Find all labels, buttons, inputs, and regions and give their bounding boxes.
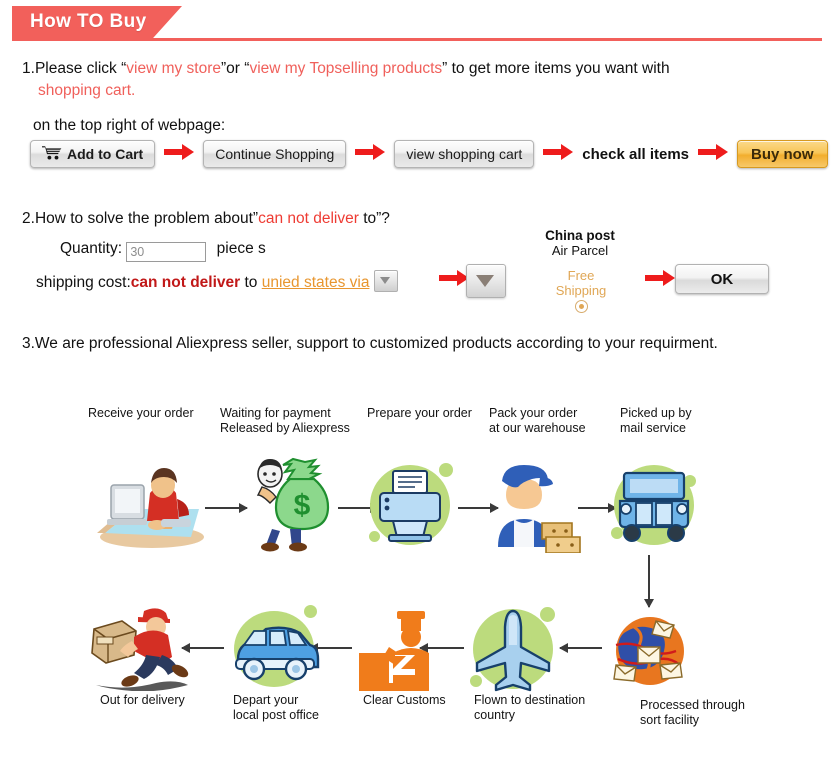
buy-now-button[interactable]: Buy now — [737, 140, 828, 168]
step-1-tail: ” to get more items you want with — [442, 60, 670, 77]
flow-arrow-left — [559, 643, 602, 652]
red-right-arrow-icon — [439, 270, 469, 291]
quantity-row: Quantity: 30 piece s — [60, 238, 266, 262]
page-title: How TO Buy — [30, 11, 147, 32]
step-2-number: 2. — [22, 210, 35, 227]
flow-arrow-down — [644, 555, 653, 608]
quantity-label: Quantity: — [60, 240, 123, 257]
shipping-cannot-deliver-label: can not deliver — [130, 274, 241, 291]
view-shopping-cart-button[interactable]: view shopping cart — [394, 140, 535, 168]
shipping-process-flow: Receive your order Waiting for payment R… — [0, 395, 834, 735]
step-1-shopping-cart-text: shopping cart. — [38, 82, 136, 99]
link-view-my-topselling-products[interactable]: view my Topselling products — [249, 60, 442, 77]
checkout-button-flow: Add to Cart Continue Shopping view shopp… — [30, 140, 828, 168]
mail-sorting-globe-icon — [604, 607, 696, 698]
step-2-question-a: How to solve the problem about” — [34, 210, 259, 227]
free-shipping-option[interactable]: Free Shipping — [540, 268, 622, 313]
customs-officer-icon — [355, 605, 435, 696]
flow-label-flown-to-destination-country: Flown to destination country — [474, 693, 586, 722]
add-to-cart-label: Add to Cart — [67, 146, 144, 162]
view-shopping-cart-label: view shopping cart — [406, 146, 523, 162]
red-right-arrow-icon — [543, 143, 574, 165]
quantity-unit-label: piece s — [216, 240, 266, 257]
link-view-my-store[interactable]: view my store — [126, 60, 221, 77]
step-1-block: 1.Please click “view my store”or “view m… — [22, 58, 812, 137]
red-right-arrow-icon — [164, 143, 195, 165]
flow-label-picked-up-by-mail-service: Picked up by mail service — [620, 406, 692, 435]
flow-label-receive-your-order: Receive your order — [88, 406, 194, 420]
warehouse-worker-packing-icon — [488, 455, 592, 558]
flow-label-waiting-for-payment: Waiting for payment Released by Aliexpre… — [220, 406, 350, 435]
flow-label-depart-local-post-office: Depart your local post office — [233, 693, 319, 722]
flow-label-processed-through-sort-facility: Processed through sort facility — [640, 698, 745, 727]
shipping-cost-row: shipping cost:can not deliver to unied s… — [36, 270, 398, 294]
step-1-lead: Please click — [34, 60, 122, 77]
china-post-subtitle: Air Parcel — [551, 243, 609, 258]
check-all-items-label: check all items — [582, 145, 690, 163]
shipping-method-dropdown[interactable] — [466, 264, 506, 298]
money-bag-icon: $ — [240, 457, 340, 558]
step-2-line-1: 2.How to solve the problem about”can not… — [22, 208, 522, 230]
quantity-input[interactable]: 30 — [126, 242, 207, 262]
shipping-to-word: to — [240, 274, 262, 291]
china-post-title: China post — [545, 228, 615, 243]
header-divider-rule — [12, 38, 822, 41]
shopping-cart-icon — [42, 145, 62, 163]
person-at-computer-icon — [95, 463, 213, 558]
continue-shopping-label: Continue Shopping — [215, 146, 335, 162]
flow-label-out-for-delivery: Out for delivery — [100, 693, 185, 707]
buy-now-label: Buy now — [751, 145, 814, 163]
free-shipping-line-2: Shipping — [555, 283, 607, 298]
ok-button[interactable]: OK — [675, 264, 769, 294]
flow-label-clear-customs: Clear Customs — [363, 693, 446, 707]
page-header-banner: How TO Buy — [0, 6, 834, 44]
free-shipping-radio[interactable] — [574, 300, 588, 313]
add-to-cart-button[interactable]: Add to Cart — [30, 140, 156, 168]
step-3-text: 3.We are professional Aliexpress seller,… — [22, 335, 718, 352]
flow-label-prepare-your-order: Prepare your order — [367, 406, 472, 420]
step-1-line-3: on the top right of webpage: — [33, 117, 226, 134]
country-dropdown-small[interactable] — [373, 270, 398, 292]
step-1-line-1: 1.Please click “view my store”or “view m… — [22, 58, 812, 80]
ok-button-label: OK — [710, 270, 734, 288]
flow-label-pack-your-order: Pack your order at our warehouse — [489, 406, 586, 435]
red-right-arrow-icon — [698, 143, 729, 165]
quote-or: ”or “ — [221, 60, 250, 77]
destination-country-link[interactable]: unied states via — [262, 274, 370, 291]
running-delivery-man-icon — [88, 601, 192, 696]
step-2-question-b: to”? — [358, 210, 390, 227]
shipping-cost-label: shipping cost: — [36, 274, 131, 291]
svg-text:$: $ — [294, 489, 311, 522]
continue-shopping-button[interactable]: Continue Shopping — [203, 140, 347, 168]
free-shipping-line-1: Free — [567, 268, 595, 283]
red-right-arrow-icon — [355, 143, 386, 165]
step-2-cannot-deliver-red: can not deliver — [258, 210, 359, 227]
step-1-number: 1. — [22, 60, 35, 77]
red-right-arrow-icon — [645, 270, 675, 291]
